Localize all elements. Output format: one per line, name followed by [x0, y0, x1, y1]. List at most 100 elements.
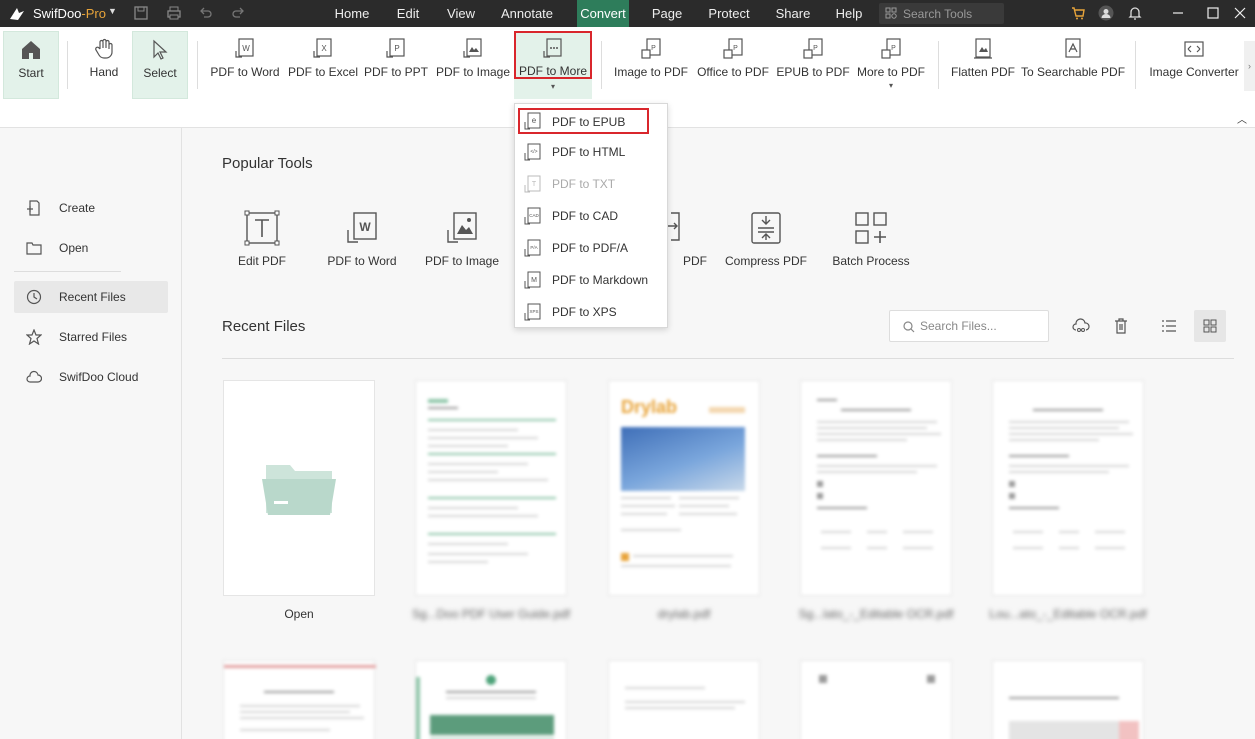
file-name: Sg...Doo PDF User Guide.pdf: [411, 607, 571, 621]
menu-item-label: PDF to Markdown: [552, 273, 649, 287]
pdf-to-word-button[interactable]: W PDF to Word: [207, 31, 283, 99]
file-search-box[interactable]: [889, 310, 1049, 342]
hand-tool-button[interactable]: Hand: [80, 31, 128, 99]
file-thumbnail[interactable]: [223, 660, 376, 739]
file-thumbnail[interactable]: [992, 380, 1144, 596]
menu-item-pdf-to-pdfa[interactable]: P/A PDF to PDF/A: [515, 232, 667, 264]
menu-help[interactable]: Help: [831, 0, 867, 27]
tool-batch-process[interactable]: Batch Process: [821, 210, 921, 268]
file-search-input[interactable]: [920, 317, 1040, 335]
pdf-to-excel-button[interactable]: X PDF to Excel: [286, 31, 360, 99]
pdf-to-image-button[interactable]: PDF to Image: [433, 31, 513, 99]
more-to-pdf-button[interactable]: P More to PDF ▾: [854, 31, 928, 99]
svg-text:P: P: [651, 45, 656, 52]
create-icon: [27, 200, 40, 216]
menu-convert[interactable]: Convert: [577, 0, 629, 27]
file-thumbnail[interactable]: [800, 660, 952, 739]
close-icon[interactable]: [1232, 5, 1248, 21]
file-thumbnail[interactable]: Drylab: [608, 380, 760, 596]
to-searchable-pdf-button[interactable]: To Searchable PDF: [1021, 31, 1125, 99]
menu-item-pdf-to-markdown[interactable]: M PDF to Markdown: [515, 264, 667, 296]
image-converter-button[interactable]: Image Converter: [1146, 31, 1242, 99]
office-to-pdf-button[interactable]: P Office to PDF: [694, 31, 772, 99]
tool-search-box[interactable]: Search Tools: [879, 3, 1004, 24]
clock-icon: [26, 289, 42, 305]
save-icon[interactable]: [133, 5, 149, 21]
sidebar-item-recent-files[interactable]: Recent Files: [14, 281, 168, 313]
sidebar-item-swifdoo-cloud[interactable]: SwifDoo Cloud: [14, 361, 168, 393]
menu-item-pdf-to-html[interactable]: </> PDF to HTML: [515, 136, 667, 168]
cart-icon[interactable]: [1070, 5, 1086, 21]
minimize-icon[interactable]: [1170, 5, 1186, 21]
bell-icon[interactable]: [1127, 5, 1143, 21]
hand-label: Hand: [89, 65, 119, 79]
svg-text:X: X: [321, 44, 327, 53]
menu-share[interactable]: Share: [773, 0, 813, 27]
image-to-pdf-button[interactable]: P Image to PDF: [611, 31, 691, 99]
searchable-pdf-icon: [1065, 38, 1081, 58]
tool-label: PDF to Word: [327, 254, 397, 268]
main-content: Popular Tools Edit PDF W PDF to Word PDF…: [183, 128, 1255, 739]
menu-item-pdf-to-xps[interactable]: XPS PDF to XPS: [515, 296, 667, 328]
menu-item-pdf-to-epub[interactable]: e PDF to EPUB: [518, 108, 649, 134]
svg-text:</>: </>: [530, 149, 537, 155]
menu-item-pdf-to-cad[interactable]: CAD PDF to CAD: [515, 200, 667, 232]
menu-annotate[interactable]: Annotate: [496, 0, 558, 27]
app-menu-chevron-icon[interactable]: ▼: [108, 6, 117, 16]
maximize-icon[interactable]: [1205, 5, 1221, 21]
menu-view[interactable]: View: [440, 0, 482, 27]
sidebar-item-starred-files[interactable]: Starred Files: [14, 321, 168, 353]
flatten-pdf-label: Flatten PDF: [950, 65, 1016, 79]
menu-home[interactable]: Home: [327, 0, 377, 27]
sidebar-item-open[interactable]: Open: [14, 232, 168, 264]
star-icon: [26, 329, 42, 345]
open-file-card[interactable]: [223, 380, 375, 596]
popular-tools-title: Popular Tools: [222, 155, 313, 172]
pdf-to-more-icon: [543, 38, 562, 58]
tool-compress-pdf[interactable]: Compress PDF: [716, 210, 816, 268]
folder-icon: [262, 465, 336, 515]
flatten-pdf-button[interactable]: Flatten PDF: [948, 31, 1018, 99]
menu-item-label: PDF to XPS: [552, 305, 617, 319]
recent-files-title: Recent Files: [222, 318, 306, 335]
tool-edit-pdf[interactable]: Edit PDF: [212, 210, 312, 268]
menu-item-label: PDF to CAD: [552, 209, 619, 223]
menu-item-label: PDF to TXT: [552, 177, 616, 191]
svg-text:T: T: [532, 181, 537, 188]
epub-to-pdf-button[interactable]: P EPUB to PDF: [776, 31, 850, 99]
cloud-sync-icon[interactable]: [1072, 317, 1090, 335]
file-thumbnail[interactable]: [415, 660, 567, 739]
pdf-to-ppt-label: PDF to PPT: [363, 65, 428, 79]
start-button[interactable]: Start: [3, 31, 59, 99]
user-avatar-icon[interactable]: [1098, 5, 1114, 21]
file-thumbnail[interactable]: [415, 380, 567, 596]
menu-protect[interactable]: Protect: [704, 0, 754, 27]
menu-edit[interactable]: Edit: [390, 0, 426, 27]
pdf-to-more-button[interactable]: PDF to More: [514, 31, 592, 79]
grid-view-button[interactable]: [1194, 310, 1226, 342]
grid-search-icon: [885, 7, 897, 19]
tool-pdf-to-image[interactable]: PDF to Image: [412, 210, 512, 268]
select-tool-button[interactable]: Select: [132, 31, 188, 99]
file-thumbnail[interactable]: [992, 660, 1144, 739]
trash-icon[interactable]: [1112, 317, 1130, 335]
ribbon-scroll-right-icon[interactable]: ›: [1244, 41, 1255, 91]
pdf-to-ppt-button[interactable]: P PDF to PPT: [363, 31, 429, 99]
tool-pdf-to-word[interactable]: W PDF to Word: [312, 210, 412, 268]
pdf-to-more-chevron-icon[interactable]: ▾: [514, 79, 592, 99]
pdf-to-ppt-icon: P: [386, 38, 405, 58]
redo-icon[interactable]: [230, 5, 246, 21]
svg-text:P: P: [394, 44, 399, 53]
tool-search-placeholder: Search Tools: [903, 7, 973, 21]
menu-item-pdf-to-txt[interactable]: T PDF to TXT: [515, 168, 667, 200]
sidebar-item-create[interactable]: Create: [14, 192, 168, 224]
print-icon[interactable]: [166, 5, 182, 21]
undo-icon[interactable]: [198, 5, 214, 21]
file-thumbnail[interactable]: [800, 380, 952, 596]
collapse-ribbon-icon[interactable]: ︿: [1237, 111, 1247, 126]
to-searchable-pdf-label: To Searchable PDF: [1021, 65, 1126, 79]
menu-page[interactable]: Page: [647, 0, 687, 27]
menu-item-label: PDF to PDF/A: [552, 241, 629, 255]
list-view-button[interactable]: [1153, 310, 1185, 342]
file-thumbnail[interactable]: [608, 660, 760, 739]
